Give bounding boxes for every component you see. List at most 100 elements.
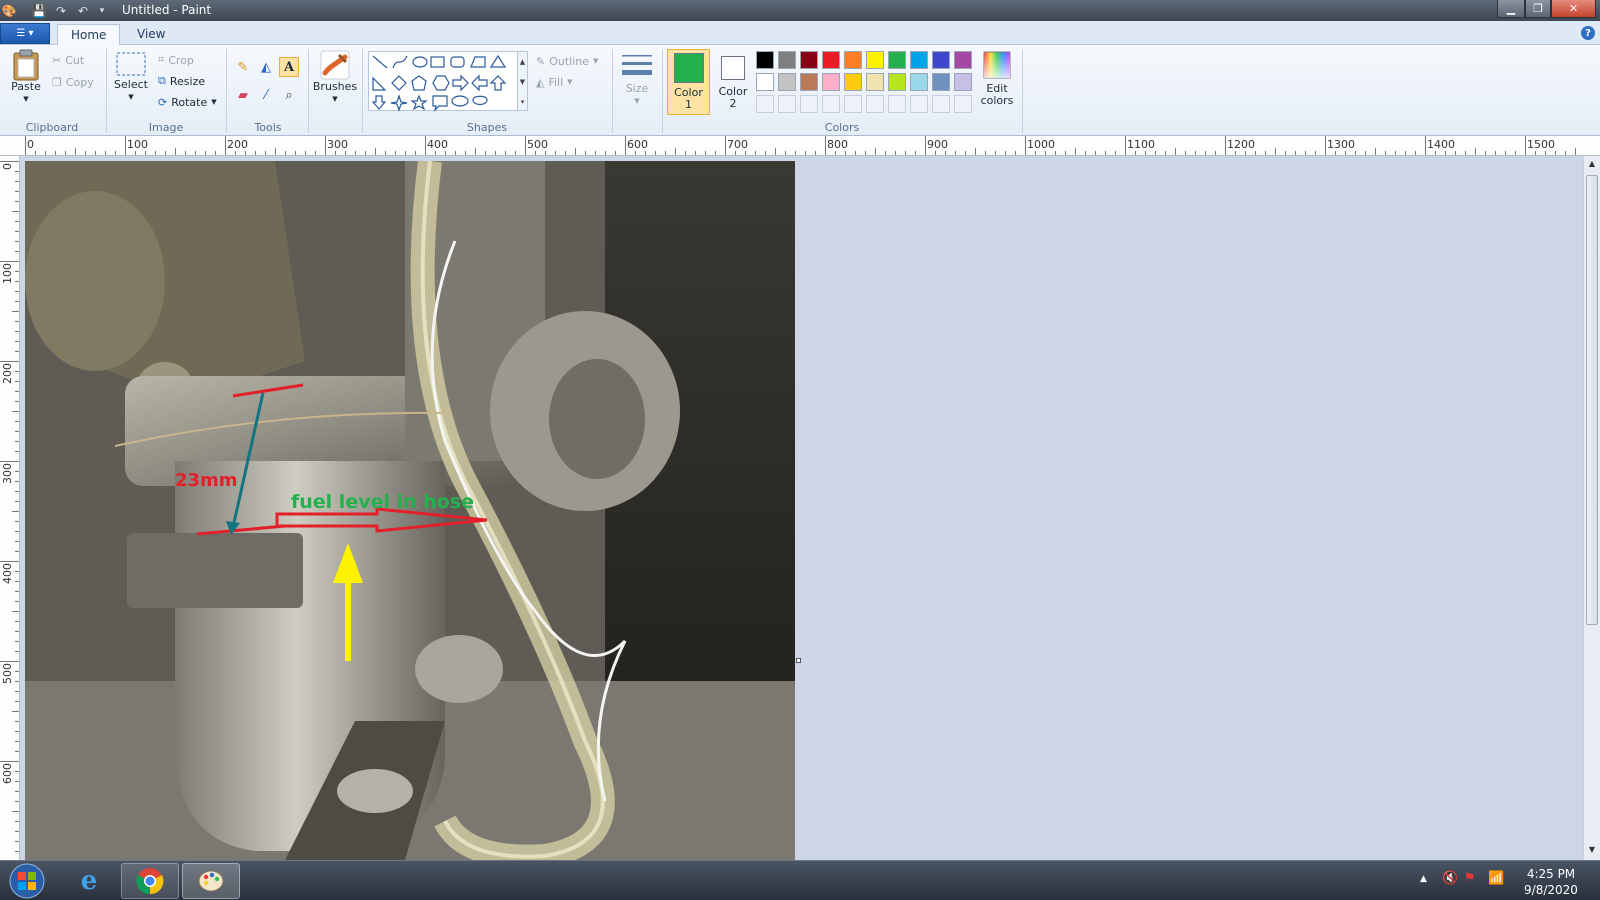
select-button[interactable]: Select ▼ bbox=[112, 49, 150, 103]
palette-swatch[interactable] bbox=[756, 51, 774, 69]
palette-swatch[interactable] bbox=[888, 51, 906, 69]
paste-button[interactable]: Paste ▼ bbox=[8, 49, 44, 105]
ruler-tick bbox=[885, 151, 886, 155]
palette-swatch[interactable] bbox=[910, 51, 928, 69]
palette-swatch[interactable] bbox=[822, 51, 840, 69]
save-icon[interactable]: 💾 bbox=[30, 2, 48, 19]
vertical-scrollbar[interactable]: ▲ ▼ bbox=[1583, 156, 1600, 860]
eraser-icon[interactable]: ▰ bbox=[233, 85, 253, 105]
customize-qat-icon[interactable]: ▾ bbox=[96, 2, 108, 19]
canvas-workspace[interactable]: 23mm fuel level in hose bbox=[20, 156, 1583, 860]
palette-swatch[interactable] bbox=[844, 51, 862, 69]
tab-home[interactable]: Home bbox=[57, 24, 121, 46]
palette-swatch-empty[interactable] bbox=[932, 95, 950, 113]
color2-button[interactable]: Color 2 bbox=[714, 49, 752, 115]
palette-swatch[interactable] bbox=[866, 73, 884, 91]
palette-swatch[interactable] bbox=[910, 73, 928, 91]
canvas-resize-handle[interactable] bbox=[796, 658, 801, 663]
palette-swatch-empty[interactable] bbox=[866, 95, 884, 113]
brushes-button[interactable]: Brushes ▼ bbox=[312, 49, 358, 105]
color1-button[interactable]: Color 1 bbox=[667, 49, 710, 115]
ruler-tick bbox=[1085, 151, 1086, 155]
ruler-tick bbox=[125, 136, 126, 155]
taskbar-ie[interactable]: e bbox=[60, 863, 118, 899]
close-button[interactable]: ✕ bbox=[1551, 0, 1596, 18]
palette-swatch[interactable] bbox=[756, 73, 774, 91]
ruler-tick bbox=[1405, 151, 1406, 155]
scrollbar-thumb[interactable] bbox=[1586, 175, 1598, 625]
color-picker-icon[interactable]: ⁄ bbox=[256, 85, 276, 105]
palette-swatch[interactable] bbox=[932, 73, 950, 91]
ruler-tick bbox=[585, 151, 586, 155]
palette-swatch[interactable] bbox=[778, 51, 796, 69]
shapes-gallery[interactable] bbox=[368, 51, 518, 112]
palette-swatch-empty[interactable] bbox=[778, 95, 796, 113]
undo-icon[interactable]: ↶ bbox=[74, 2, 92, 19]
shapes-scroll[interactable]: ▲ ▼ ▾ bbox=[518, 51, 528, 111]
size-button[interactable]: Size ▼ bbox=[618, 49, 656, 107]
ruler-tick bbox=[105, 151, 106, 155]
scroll-up-icon[interactable]: ▲ bbox=[1584, 156, 1600, 172]
palette-swatch[interactable] bbox=[888, 73, 906, 91]
show-hidden-icons[interactable]: ▲ bbox=[1420, 874, 1427, 884]
outline-button[interactable]: ✎ Outline ▼ bbox=[536, 52, 598, 70]
palette-swatch-empty[interactable] bbox=[822, 95, 840, 113]
ruler-tick bbox=[0, 161, 19, 162]
title-bar: 🎨 💾 ↷ ↶ ▾ Untitled - Paint ▁ ❐ ✕ bbox=[0, 0, 1600, 21]
rotate-button[interactable]: ⟳ Rotate ▼ bbox=[158, 93, 217, 111]
palette-swatch[interactable] bbox=[866, 51, 884, 69]
ruler-tick bbox=[835, 151, 836, 155]
palette-swatch[interactable] bbox=[932, 51, 950, 69]
ruler-tick bbox=[785, 151, 786, 155]
drawing-canvas[interactable]: 23mm fuel level in hose bbox=[25, 161, 795, 860]
palette-swatch[interactable] bbox=[954, 73, 972, 91]
palette-swatch[interactable] bbox=[844, 73, 862, 91]
resize-button[interactable]: ⧉ Resize bbox=[158, 72, 205, 90]
ruler-tick bbox=[475, 148, 476, 155]
network-alert-icon[interactable]: ⚑ bbox=[1464, 871, 1476, 886]
scroll-down-icon[interactable]: ▼ bbox=[1584, 842, 1600, 858]
maximize-button[interactable]: ❐ bbox=[1525, 0, 1551, 18]
ruler-tick bbox=[1165, 151, 1166, 155]
text-tool-icon[interactable]: A bbox=[279, 57, 299, 77]
palette-swatch[interactable] bbox=[822, 73, 840, 91]
palette-swatch[interactable] bbox=[800, 73, 818, 91]
minimize-button[interactable]: ▁ bbox=[1497, 0, 1525, 18]
palette-swatch[interactable] bbox=[954, 51, 972, 69]
speaker-muted-icon[interactable]: 🔇 bbox=[1442, 871, 1458, 886]
ruler-tick bbox=[15, 481, 19, 482]
clock[interactable]: 4:25 PM 9/8/2020 bbox=[1515, 866, 1587, 898]
taskbar-paint[interactable] bbox=[182, 863, 240, 899]
palette-swatch-empty[interactable] bbox=[888, 95, 906, 113]
palette-swatch-empty[interactable] bbox=[954, 95, 972, 113]
paint-app-icon[interactable]: 🎨 bbox=[2, 2, 17, 19]
fill-button[interactable]: ◭ Fill ▼ bbox=[536, 73, 573, 91]
ruler-tick bbox=[645, 151, 646, 155]
signal-icon[interactable]: 📶 bbox=[1488, 871, 1504, 886]
start-button[interactable] bbox=[2, 863, 52, 899]
palette-swatch-empty[interactable] bbox=[756, 95, 774, 113]
copy-button[interactable]: ❐ Copy bbox=[52, 73, 94, 91]
palette-swatch-empty[interactable] bbox=[910, 95, 928, 113]
fill-bucket-icon[interactable]: ◭ bbox=[256, 57, 276, 77]
paint-menu-button[interactable]: ☰ ▾ bbox=[0, 23, 50, 44]
taskbar-chrome[interactable] bbox=[121, 863, 179, 899]
ruler-tick bbox=[15, 751, 19, 752]
ruler-tick bbox=[595, 151, 596, 155]
cut-button[interactable]: ✂ Cut bbox=[52, 51, 84, 69]
ruler-tick bbox=[1485, 151, 1486, 155]
palette-swatch-empty[interactable] bbox=[844, 95, 862, 113]
palette-swatch[interactable] bbox=[778, 73, 796, 91]
pencil-icon[interactable]: ✎ bbox=[233, 57, 253, 77]
ruler-tick bbox=[15, 731, 19, 732]
crop-button[interactable]: ⌗ Crop bbox=[158, 51, 194, 69]
tab-view[interactable]: View bbox=[124, 24, 178, 46]
magnifier-icon[interactable]: ⌕ bbox=[279, 85, 299, 105]
ruler-tick bbox=[535, 151, 536, 155]
help-icon[interactable]: ? bbox=[1581, 26, 1595, 40]
redo-icon[interactable]: ↷ bbox=[52, 2, 70, 19]
edit-colors-button[interactable]: Edit colors bbox=[975, 50, 1019, 107]
ruler-label: 200 bbox=[227, 138, 248, 151]
palette-swatch[interactable] bbox=[800, 51, 818, 69]
palette-swatch-empty[interactable] bbox=[800, 95, 818, 113]
